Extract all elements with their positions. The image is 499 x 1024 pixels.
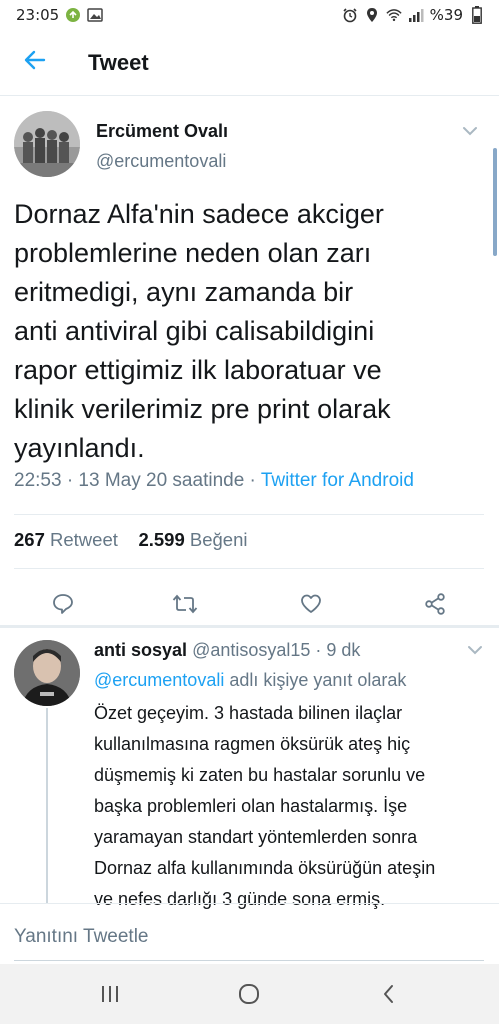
thread-line: [46, 708, 48, 903]
reply-avatar[interactable]: [14, 640, 80, 706]
reply-handle-time[interactable]: @antisosyal15 · 9 dk: [192, 640, 360, 660]
reply-text: Özet geçeyim. 3 hastada bilinen ilaçlar …: [94, 703, 436, 909]
back-arrow-icon: [23, 48, 47, 77]
reply-header: anti sosyal @antisosyal15 · 9 dk: [94, 640, 360, 661]
back-nav-icon: [384, 985, 393, 1003]
divider: [14, 514, 484, 515]
like-stat[interactable]: 2.599 Beğeni: [138, 529, 247, 550]
reply-author-name[interactable]: anti sosyal: [94, 640, 187, 660]
reply-tweet[interactable]: anti sosyal @antisosyal15 · 9 dk @ercume…: [0, 628, 499, 909]
reply-icon: [53, 594, 73, 614]
status-right: %39: [342, 6, 485, 24]
reply-compose[interactable]: Yanıtını Tweetle: [0, 903, 499, 963]
reply-to-suffix: adlı kişiye yanıt olarak: [229, 670, 407, 690]
system-nav-bar: [0, 964, 499, 1024]
recent-apps-button[interactable]: [95, 979, 125, 1009]
retweet-stat[interactable]: 267 Retweet: [14, 529, 118, 550]
app-header: Tweet: [0, 30, 499, 96]
chevron-down-icon[interactable]: [460, 121, 480, 141]
status-left: 23:05: [16, 6, 103, 24]
tweet-meta: 22:53 · 13 May 20 saatinde · Twitter for…: [14, 470, 414, 492]
page-title: Tweet: [88, 49, 149, 75]
app-notification-icon: [65, 7, 81, 23]
tweet-actions: [0, 577, 499, 631]
recent-apps-icon: [102, 986, 118, 1002]
retweet-label: Retweet: [50, 529, 118, 550]
home-button[interactable]: [234, 979, 264, 1009]
avatar[interactable]: [14, 111, 80, 177]
reply-input[interactable]: Yanıtını Tweetle: [14, 926, 149, 948]
author-handle[interactable]: @ercumentovali: [96, 151, 226, 172]
author-row: Ercüment Ovalı @ercumentovali: [14, 111, 484, 177]
back-button[interactable]: [0, 30, 70, 96]
stats-row: 267 Retweet 2.599 Beğeni: [14, 529, 248, 551]
battery-percent: %39: [429, 6, 463, 24]
signal-icon: [408, 7, 424, 23]
retweet-button[interactable]: [170, 589, 200, 619]
reply-button[interactable]: [48, 589, 78, 619]
wifi-icon: [386, 7, 402, 23]
input-underline: [14, 960, 484, 961]
image-notification-icon: [87, 7, 103, 23]
retweet-icon: [172, 594, 198, 614]
back-nav-button[interactable]: [374, 979, 404, 1009]
status-time: 23:05: [16, 6, 60, 24]
location-icon: [364, 7, 380, 23]
replying-to: @ercumentovali adlı kişiye yanıt olarak: [94, 670, 406, 691]
heart-icon: [301, 594, 321, 613]
like-button[interactable]: [296, 589, 326, 619]
chevron-down-icon[interactable]: [465, 640, 485, 660]
scrollbar[interactable]: [493, 148, 497, 256]
tweet-text: Dornaz Alfa'nin sadece akciger problemle…: [14, 199, 391, 463]
like-label: Beğeni: [189, 529, 248, 550]
author-name[interactable]: Ercüment Ovalı: [96, 121, 228, 142]
reply-mention[interactable]: @ercumentovali: [94, 670, 224, 690]
retweet-count: 267: [14, 529, 45, 550]
tweet-source[interactable]: Twitter for Android: [261, 470, 414, 491]
tweet-timestamp: 22:53 · 13 May 20 saatinde ·: [14, 470, 261, 491]
home-icon: [239, 984, 259, 1004]
alarm-icon: [342, 7, 358, 23]
status-bar: 23:05 %39: [0, 0, 499, 30]
share-button[interactable]: [420, 589, 450, 619]
divider: [14, 568, 484, 569]
share-icon: [425, 593, 445, 615]
like-count: 2.599: [138, 529, 185, 550]
battery-icon: [469, 6, 485, 24]
